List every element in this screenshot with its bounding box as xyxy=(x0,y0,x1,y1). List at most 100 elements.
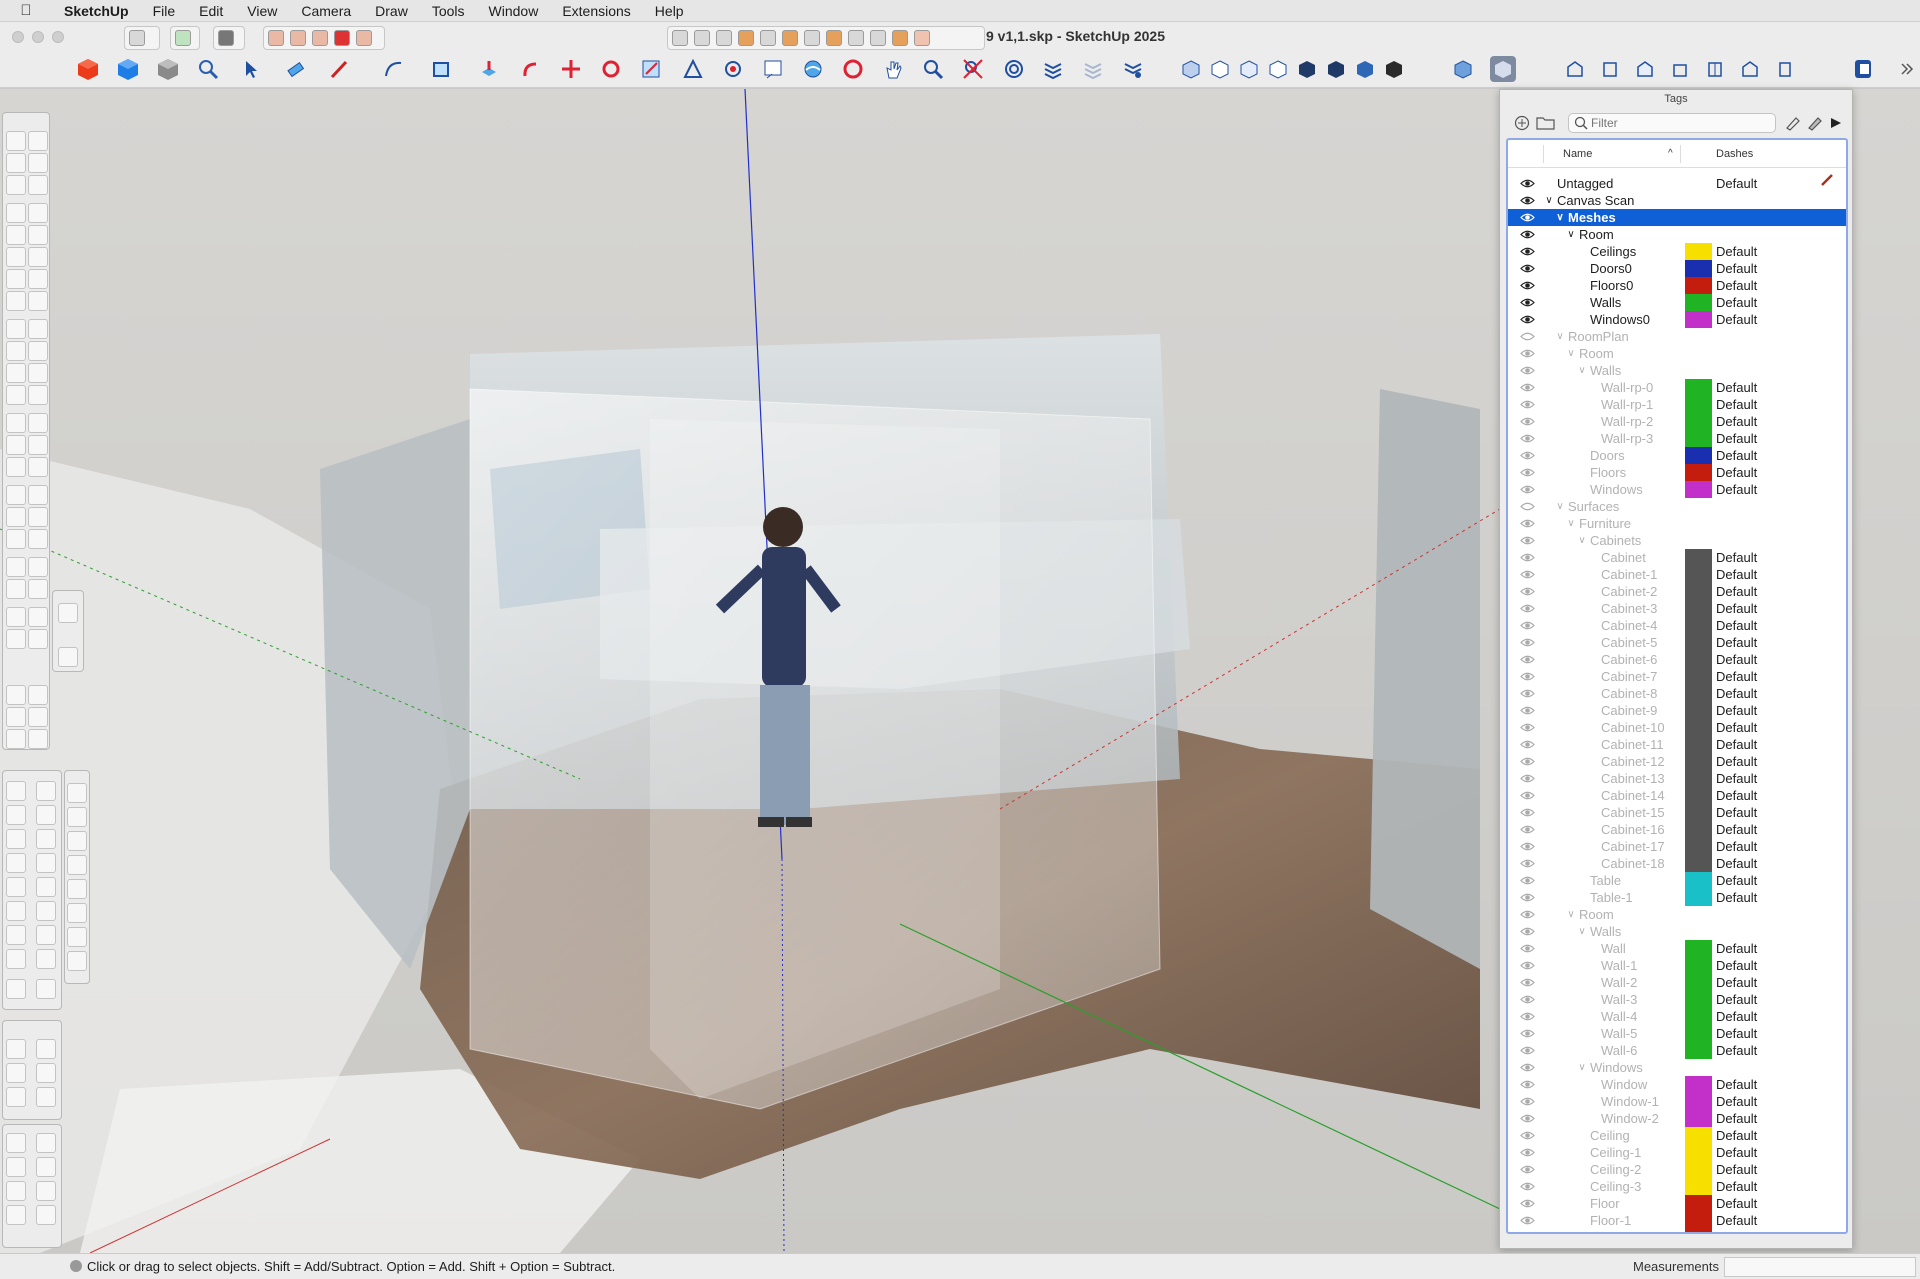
tag-dashes-value[interactable]: Default xyxy=(1716,243,1757,260)
tag-color-swatch[interactable] xyxy=(1685,566,1712,583)
tag-small-icon[interactable] xyxy=(28,175,48,195)
tags-filter-input[interactable] xyxy=(1568,113,1776,133)
classifier-icon[interactable] xyxy=(175,30,191,46)
tag-dashes-value[interactable]: Default xyxy=(1716,940,1757,957)
tag-dashes-value[interactable]: Default xyxy=(1716,464,1757,481)
tag-row[interactable]: Cabinet-5 Default xyxy=(1508,634,1846,651)
tag-row[interactable]: Ceilings Default xyxy=(1508,243,1846,260)
menu-window[interactable]: Window xyxy=(477,0,551,22)
visibility-eye-icon[interactable] xyxy=(1520,1077,1535,1092)
visibility-eye-icon[interactable] xyxy=(1520,771,1535,786)
menu-tools[interactable]: Tools xyxy=(420,0,477,22)
tag-name[interactable]: Cabinet-4 xyxy=(1601,617,1657,634)
tag-color-swatch[interactable] xyxy=(1685,685,1712,702)
tag-dashes-value[interactable]: Default xyxy=(1716,175,1757,192)
arc-small-icon[interactable] xyxy=(6,269,26,289)
tag-color-swatch[interactable] xyxy=(1685,1025,1712,1042)
tag-color-swatch[interactable] xyxy=(1685,957,1712,974)
visibility-eye-icon[interactable] xyxy=(1520,924,1535,939)
visibility-eye-icon[interactable] xyxy=(1520,312,1535,327)
menu-help[interactable]: Help xyxy=(643,0,696,22)
visibility-off-eye-icon[interactable] xyxy=(1520,329,1535,344)
tag-row[interactable]: Wall-rp-2 Default xyxy=(1508,413,1846,430)
axes-small-icon[interactable] xyxy=(6,457,26,477)
extra-8-icon[interactable] xyxy=(36,1205,56,1225)
menu-extensions[interactable]: Extensions xyxy=(550,0,642,22)
warehouse-icon[interactable] xyxy=(268,30,284,46)
eraser-tool-icon[interactable] xyxy=(282,56,308,82)
tag-dashes-value[interactable]: Default xyxy=(1716,1212,1757,1229)
scale-small-icon[interactable] xyxy=(6,363,26,383)
move-small-icon[interactable] xyxy=(6,319,26,339)
smoove-icon[interactable] xyxy=(716,30,732,46)
tag-name[interactable]: Cabinet-11 xyxy=(1601,736,1664,753)
tag-name[interactable]: Floor xyxy=(1590,1195,1620,1212)
tag-name[interactable]: Floors0 xyxy=(1590,277,1633,294)
visibility-eye-icon[interactable] xyxy=(1520,380,1535,395)
view-3-icon[interactable] xyxy=(67,831,87,851)
zoom-tool-icon[interactable] xyxy=(920,56,946,82)
extension-warehouse-icon[interactable] xyxy=(334,30,350,46)
tag-color-swatch[interactable] xyxy=(1685,1212,1712,1229)
circle-small-icon[interactable] xyxy=(6,247,26,267)
tag-dashes-value[interactable]: Default xyxy=(1716,1025,1757,1042)
sandbox-contours-icon[interactable] xyxy=(672,30,688,46)
tag-dashes-value[interactable]: Default xyxy=(1716,1195,1757,1212)
tag-dashes-value[interactable]: Default xyxy=(1716,957,1757,974)
tag-row[interactable]: Table Default xyxy=(1508,872,1846,889)
push-pull-small-icon[interactable] xyxy=(28,319,48,339)
tag-dashes-value[interactable]: Default xyxy=(1716,600,1757,617)
back-view-icon[interactable] xyxy=(1294,56,1320,82)
tag-color-swatch[interactable] xyxy=(1685,396,1712,413)
visibility-eye-icon[interactable] xyxy=(1520,346,1535,361)
tag-name[interactable]: Ceiling-3 xyxy=(1590,1178,1641,1195)
style-4-icon[interactable] xyxy=(36,1063,56,1083)
zoom-window-small-icon[interactable] xyxy=(28,507,48,527)
tag-dashes-value[interactable]: Default xyxy=(1716,413,1757,430)
close-window-button[interactable] xyxy=(12,31,24,43)
tag-name[interactable]: Cabinets xyxy=(1590,532,1641,549)
visibility-eye-icon[interactable] xyxy=(1520,652,1535,667)
tag-row[interactable]: Window-1 Default xyxy=(1508,1093,1846,1110)
add-tag-folder-icon[interactable] xyxy=(1536,115,1556,134)
tag-name[interactable]: Furniture xyxy=(1579,515,1631,532)
outliner-icon[interactable] xyxy=(218,30,234,46)
tag-row[interactable]: Ceiling-3 Default xyxy=(1508,1178,1846,1195)
tag-row[interactable]: ∨ Walls xyxy=(1508,362,1846,379)
previous-view-small-icon[interactable] xyxy=(28,529,48,549)
tag-color-swatch[interactable] xyxy=(1685,702,1712,719)
tag-name[interactable]: Floor-1 xyxy=(1590,1212,1631,1229)
look-around-small-icon[interactable] xyxy=(6,579,26,599)
extra-1-icon[interactable] xyxy=(6,1133,26,1153)
layers-scan-icon[interactable] xyxy=(1040,56,1066,82)
zoom-small-icon[interactable] xyxy=(6,507,26,527)
left-view-icon[interactable] xyxy=(1323,56,1349,82)
expand-chevron-icon[interactable]: ∨ xyxy=(1554,498,1566,515)
house-view-4-icon[interactable] xyxy=(1667,56,1693,82)
sandbox-13-icon[interactable] xyxy=(6,925,26,945)
visibility-eye-icon[interactable] xyxy=(1520,856,1535,871)
tag-name[interactable]: Wall xyxy=(1601,940,1626,957)
visibility-eye-icon[interactable] xyxy=(1520,431,1535,446)
tag-name[interactable]: Room xyxy=(1579,226,1614,243)
two-point-arc-small-icon[interactable] xyxy=(28,269,48,289)
group-explode-small-icon[interactable] xyxy=(6,729,26,749)
iso-view-icon[interactable] xyxy=(1178,56,1204,82)
solid-small-icon[interactable] xyxy=(28,385,48,405)
tag-name[interactable]: Cabinet-2 xyxy=(1601,583,1657,600)
edit-untagged-pencil-icon[interactable] xyxy=(1820,173,1834,190)
tag-row[interactable]: ∨ Room xyxy=(1508,345,1846,362)
tag-row[interactable]: Floor-2 Default xyxy=(1508,1229,1846,1232)
expand-chevron-icon[interactable]: ∨ xyxy=(1576,362,1588,379)
tape-small-icon[interactable] xyxy=(6,413,26,433)
visibility-eye-icon[interactable] xyxy=(1520,601,1535,616)
tag-row[interactable]: Untagged Default xyxy=(1508,175,1846,192)
tag-name[interactable]: Doors0 xyxy=(1590,260,1632,277)
tag-row[interactable]: Cabinet-18 Default xyxy=(1508,855,1846,872)
tag-row[interactable]: Cabinet-8 Default xyxy=(1508,685,1846,702)
visibility-eye-icon[interactable] xyxy=(1520,822,1535,837)
tag-dashes-value[interactable]: Default xyxy=(1716,396,1757,413)
sandbox-9-icon[interactable] xyxy=(6,877,26,897)
pie-small-icon[interactable] xyxy=(28,291,48,311)
tag-dashes-value[interactable]: Default xyxy=(1716,685,1757,702)
